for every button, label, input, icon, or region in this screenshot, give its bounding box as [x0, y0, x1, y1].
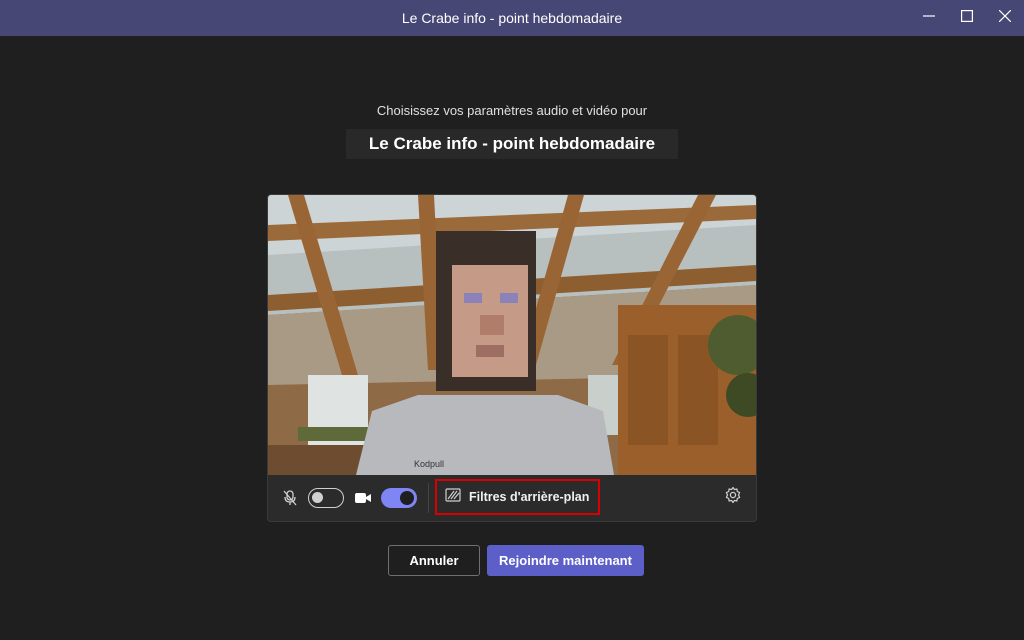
camera-preview: Kodpull [268, 195, 756, 475]
join-now-button[interactable]: Rejoindre maintenant [487, 545, 644, 576]
gear-icon [724, 486, 742, 508]
background-filters-icon [445, 487, 461, 507]
maximize-button[interactable] [948, 0, 986, 36]
cancel-button[interactable]: Annuler [388, 545, 480, 576]
background-filters-label: Filtres d'arrière-plan [469, 490, 590, 504]
minimize-button[interactable] [910, 0, 948, 36]
window-title: Le Crabe info - point hebdomadaire [401, 10, 623, 26]
video-preview-card: Kodpull Filtres d'arrière-plan [267, 194, 757, 522]
background-filters-button[interactable]: Filtres d'arrière-plan [435, 479, 600, 515]
window-controls [910, 0, 1024, 36]
mic-off-icon [278, 486, 302, 510]
meeting-title: Le Crabe info - point hebdomadaire [346, 129, 678, 159]
microphone-toggle[interactable] [308, 488, 344, 508]
video-camera-icon [351, 486, 375, 510]
title-bar: Le Crabe info - point hebdomadaire [0, 0, 1024, 36]
prejoin-subtitle: Choisissez vos paramètres audio et vidéo… [376, 103, 648, 118]
toggle-knob [400, 491, 414, 505]
toggle-knob [312, 492, 323, 503]
close-icon [998, 9, 1012, 27]
maximize-icon [961, 9, 974, 27]
svg-text:Kodpull: Kodpull [414, 459, 444, 469]
device-settings-button[interactable] [724, 486, 742, 509]
minimize-icon [923, 9, 935, 27]
camera-toggle[interactable] [381, 488, 417, 508]
controls-divider [428, 483, 429, 513]
device-controls-bar: Filtres d'arrière-plan [268, 475, 756, 521]
close-button[interactable] [986, 0, 1024, 36]
